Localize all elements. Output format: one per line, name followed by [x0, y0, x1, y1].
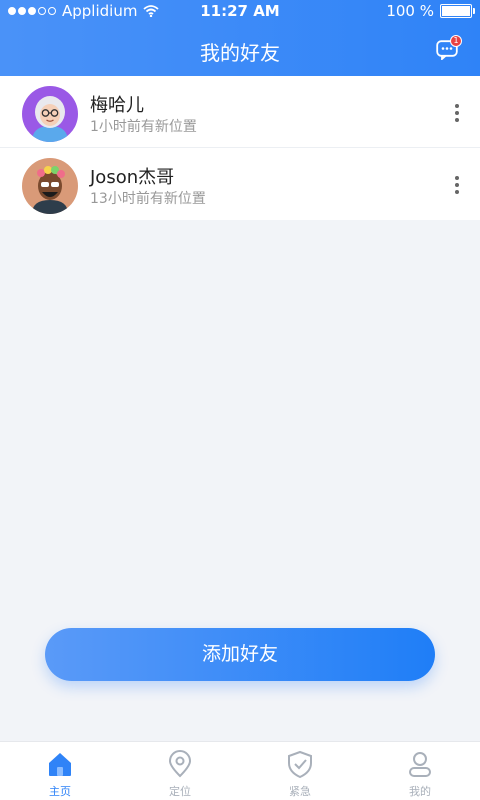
- tab-label: 定位: [169, 785, 191, 798]
- avatar: [22, 158, 78, 214]
- status-right: 100 %: [386, 2, 475, 20]
- tab-location[interactable]: 定位: [120, 742, 240, 800]
- home-icon: [49, 753, 71, 776]
- status-bar: Applidium 11:27 AM 100 %: [0, 0, 480, 22]
- friend-status: 13小时前有新位置: [90, 191, 206, 207]
- battery-icon: [440, 4, 475, 18]
- friend-name: Joson杰哥: [90, 167, 175, 188]
- friend-list: 梅哈儿 1小时前有新位置 Joson杰哥 13小时前有新位置: [0, 76, 480, 220]
- tab-bar: 主页 定位 紧急 我的: [0, 741, 480, 800]
- user-icon: [409, 752, 431, 777]
- friend-row[interactable]: 梅哈儿 1小时前有新位置: [0, 76, 480, 148]
- tab-label: 紧急: [289, 785, 311, 798]
- more-options-icon[interactable]: [454, 175, 460, 195]
- tab-label: 主页: [49, 785, 71, 798]
- friend-status: 1小时前有新位置: [90, 119, 197, 135]
- header: Applidium 11:27 AM 100 % 我的好友 1: [0, 0, 480, 76]
- location-pin-icon: [168, 750, 192, 778]
- friend-name: 梅哈儿: [90, 95, 144, 116]
- add-friend-button[interactable]: 添加好友: [45, 628, 435, 681]
- friend-row[interactable]: Joson杰哥 13小时前有新位置: [0, 148, 480, 220]
- tab-mine[interactable]: 我的: [360, 742, 480, 800]
- message-badge: 1: [450, 35, 462, 47]
- tab-home[interactable]: 主页: [0, 742, 120, 800]
- tab-label: 我的: [409, 785, 431, 798]
- tab-emergency[interactable]: 紧急: [240, 742, 360, 800]
- page-title: 我的好友: [200, 41, 280, 65]
- shield-check-icon: [288, 750, 312, 778]
- more-options-icon[interactable]: [454, 103, 460, 123]
- battery-percent: 100 %: [386, 2, 434, 20]
- avatar: [22, 86, 78, 142]
